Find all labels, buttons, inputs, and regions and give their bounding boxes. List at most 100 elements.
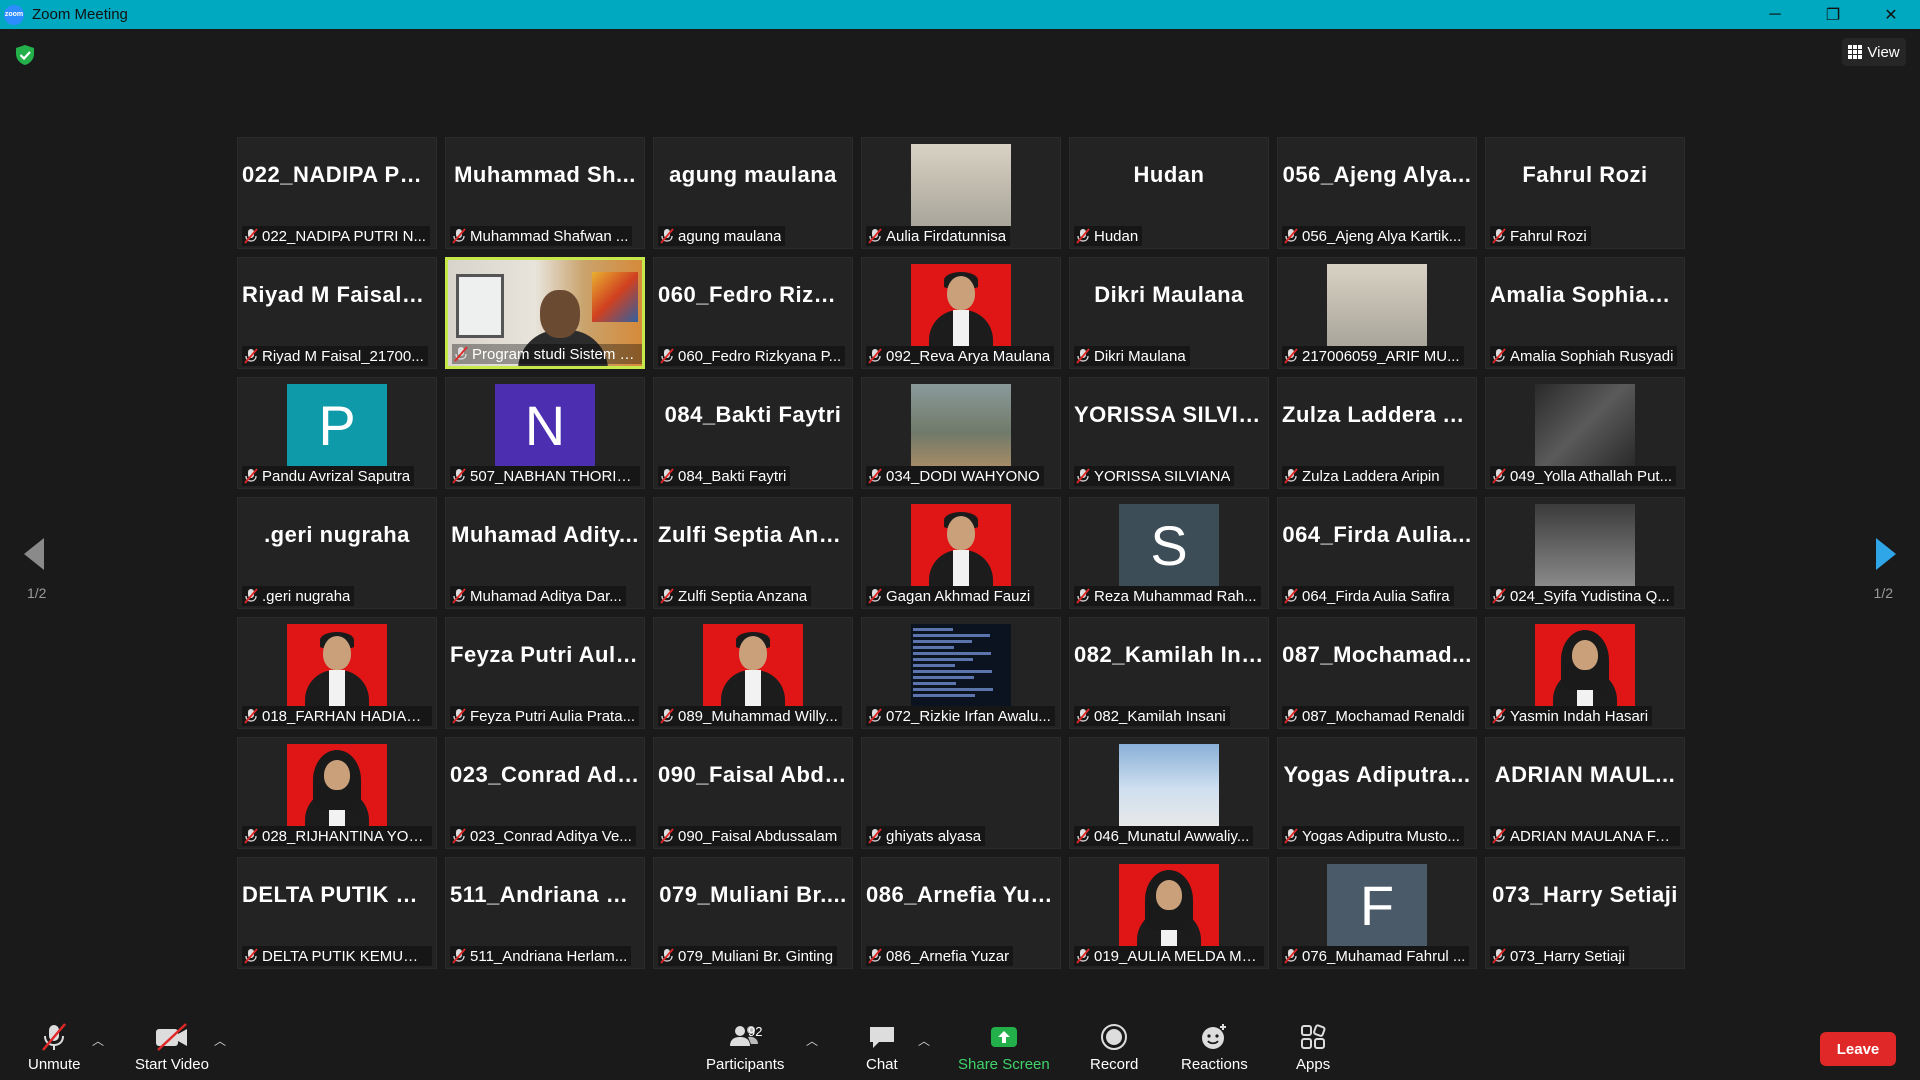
next-page-arrow-icon[interactable] xyxy=(1870,534,1900,574)
participant-tile[interactable]: 060_Fedro Rizky... 060_Fedro Rizkyana P..… xyxy=(653,257,853,369)
participant-tile[interactable]: Yogas Adiputra... Yogas Adiputra Musto... xyxy=(1277,737,1477,849)
participant-tile[interactable]: 086_Arnefia Yuzar 086_Arnefia Yuzar xyxy=(861,857,1061,969)
previous-page-arrow-icon[interactable] xyxy=(20,534,50,574)
participant-tile[interactable]: 028_RIJHANTINA YOH... xyxy=(237,737,437,849)
participant-tile[interactable]: Dikri Maulana Dikri Maulana xyxy=(1069,257,1269,369)
audio-options-chevron-up-icon[interactable]: ︿ xyxy=(92,1032,104,1049)
chat-label: Chat xyxy=(866,1056,898,1073)
participant-tile[interactable]: 079_Muliani Br.... 079_Muliani Br. Gintin… xyxy=(653,857,853,969)
chat-options-chevron-up-icon[interactable]: ︿ xyxy=(918,1032,930,1049)
participant-tile[interactable]: Riyad M Faisal_... Riyad M Faisal_21700..… xyxy=(237,257,437,369)
participant-tile[interactable]: F 076_Muhamad Fahrul ... xyxy=(1277,857,1477,969)
participant-tile[interactable]: 034_DODI WAHYONO xyxy=(861,377,1061,489)
participant-tile[interactable]: Yasmin Indah Hasari xyxy=(1485,617,1685,729)
muted-microphone-icon xyxy=(244,468,258,484)
participant-name: 217006059_ARIF MU... xyxy=(1302,347,1460,365)
participant-name-label: 018_FARHAN HADIAN... xyxy=(242,706,432,726)
encryption-shield-icon[interactable] xyxy=(14,44,36,66)
muted-microphone-icon xyxy=(244,708,258,724)
restore-button[interactable]: ❐ xyxy=(1804,0,1862,29)
participant-name-label: 064_Firda Aulia Safira xyxy=(1282,586,1454,606)
participant-tile[interactable]: Muhammad Sh... Muhammad Shafwan ... xyxy=(445,137,645,249)
participant-tile[interactable]: .geri nugraha .geri nugraha xyxy=(237,497,437,609)
muted-microphone-icon xyxy=(1076,948,1090,964)
apps-button[interactable]: Apps xyxy=(1296,1022,1330,1073)
participant-tile[interactable]: Gagan Akhmad Fauzi xyxy=(861,497,1061,609)
start-video-button[interactable]: Start Video xyxy=(135,1022,209,1073)
participant-name-label: .geri nugraha xyxy=(242,586,355,606)
muted-microphone-icon xyxy=(1492,228,1506,244)
participant-tile[interactable]: 087_Mochamad... 087_Mochamad Renaldi xyxy=(1277,617,1477,729)
participants-options-chevron-up-icon[interactable]: ︿ xyxy=(806,1032,818,1049)
participant-tile[interactable]: N 507_NABHAN THORIQ... xyxy=(445,377,645,489)
participant-tile[interactable]: Hudan Hudan xyxy=(1069,137,1269,249)
participant-tile[interactable]: Amalia Sophiah... Amalia Sophiah Rusyadi xyxy=(1485,257,1685,369)
participant-tile[interactable]: 073_Harry Setiaji 073_Harry Setiaji xyxy=(1485,857,1685,969)
view-button[interactable]: View xyxy=(1842,38,1906,66)
participant-tile[interactable]: agung maulana agung maulana xyxy=(653,137,853,249)
unmute-label: Unmute xyxy=(28,1056,81,1073)
participant-tile[interactable]: Aulia Firdatunnisa xyxy=(861,137,1061,249)
chat-button[interactable]: Chat xyxy=(866,1022,898,1073)
participant-display-name: 511_Andriana H... xyxy=(450,882,642,907)
participant-tile[interactable]: 019_AULIA MELDA ME... xyxy=(1069,857,1269,969)
participant-tile[interactable]: YORISSA SILVIA... YORISSA SILVIANA xyxy=(1069,377,1269,489)
participant-display-name: 084_Bakti Faytri xyxy=(664,402,842,427)
close-button[interactable]: ✕ xyxy=(1862,0,1920,29)
participant-name-label: Riyad M Faisal_21700... xyxy=(242,346,428,366)
window-title: Zoom Meeting xyxy=(32,6,128,23)
participant-tile[interactable]: 089_Muhammad Willy... xyxy=(653,617,853,729)
participant-tile[interactable]: ghiyats alyasa xyxy=(861,737,1061,849)
reactions-button[interactable]: Reactions xyxy=(1181,1022,1248,1073)
muted-microphone-icon xyxy=(244,948,258,964)
share-screen-button[interactable]: Share Screen xyxy=(958,1022,1050,1073)
leave-button[interactable]: Leave xyxy=(1820,1032,1896,1066)
participant-tile[interactable]: DELTA PUTIK KE... DELTA PUTIK KEMUNI... xyxy=(237,857,437,969)
participant-name: 049_Yolla Athallah Put... xyxy=(1510,467,1673,485)
participant-tile[interactable]: 022_NADIPA PU... 022_NADIPA PUTRI N... xyxy=(237,137,437,249)
participant-name: 064_Firda Aulia Safira xyxy=(1302,587,1450,605)
unmute-button[interactable]: Unmute xyxy=(28,1022,81,1073)
active-speaker-video-tile[interactable]: Program studi Sistem Info... xyxy=(445,257,645,369)
participant-tile[interactable]: 217006059_ARIF MU... xyxy=(1277,257,1477,369)
participant-name-label: 046_Munatul Awwaliy... xyxy=(1074,826,1254,846)
participant-tile[interactable]: 064_Firda Aulia... 064_Firda Aulia Safira xyxy=(1277,497,1477,609)
participant-tile[interactable]: 511_Andriana H... 511_Andriana Herlam... xyxy=(445,857,645,969)
record-button[interactable]: Record xyxy=(1090,1022,1138,1073)
video-options-chevron-up-icon[interactable]: ︿ xyxy=(214,1032,226,1049)
avatar-photo xyxy=(911,264,1011,346)
participant-tile[interactable]: 092_Reva Arya Maulana xyxy=(861,257,1061,369)
participants-button[interactable]: 92 Participants xyxy=(706,1022,784,1073)
page-indicator-right: 1/2 xyxy=(1873,585,1893,601)
participant-name-label: ghiyats alyasa xyxy=(866,826,986,846)
record-icon xyxy=(1101,1024,1128,1050)
participant-tile[interactable]: 024_Syifa Yudistina Q... xyxy=(1485,497,1685,609)
participant-tile[interactable]: Feyza Putri Auli... Feyza Putri Aulia Pra… xyxy=(445,617,645,729)
participant-tile[interactable]: 023_Conrad Adi... 023_Conrad Aditya Ve... xyxy=(445,737,645,849)
participant-name: 082_Kamilah Insani xyxy=(1094,707,1226,725)
participant-name: 079_Muliani Br. Ginting xyxy=(678,947,834,965)
participant-name-label: Yasmin Indah Hasari xyxy=(1490,706,1653,726)
participant-tile[interactable]: Fahrul Rozi Fahrul Rozi xyxy=(1485,137,1685,249)
participant-tile[interactable]: 056_Ajeng Alya... 056_Ajeng Alya Kartik..… xyxy=(1277,137,1477,249)
participant-tile[interactable]: 084_Bakti Faytri 084_Bakti Faytri xyxy=(653,377,853,489)
participant-name-label: 090_Faisal Abdussalam xyxy=(658,826,842,846)
participant-tile[interactable]: Muhamad Adity... Muhamad Aditya Dar... xyxy=(445,497,645,609)
avatar-photo xyxy=(1535,624,1635,706)
participant-tile[interactable]: 082_Kamilah Ins... 082_Kamilah Insani xyxy=(1069,617,1269,729)
participant-tile[interactable]: Zulza Laddera A... Zulza Laddera Aripin xyxy=(1277,377,1477,489)
participant-name: 034_DODI WAHYONO xyxy=(886,467,1040,485)
muted-microphone-icon xyxy=(454,346,468,362)
participant-tile[interactable]: 090_Faisal Abdu... 090_Faisal Abdussalam xyxy=(653,737,853,849)
participant-tile[interactable]: 072_Rizkie Irfan Awalu... xyxy=(861,617,1061,729)
participant-tile[interactable]: P Pandu Avrizal Saputra xyxy=(237,377,437,489)
participant-tile[interactable]: Zulfi Septia Anz... Zulfi Septia Anzana xyxy=(653,497,853,609)
reactions-smiley-icon xyxy=(1202,1024,1227,1049)
participant-tile[interactable]: 018_FARHAN HADIAN... xyxy=(237,617,437,729)
participant-tile[interactable]: 046_Munatul Awwaliy... xyxy=(1069,737,1269,849)
participant-tile[interactable]: ADRIAN MAUL... ADRIAN MAULANA FA... xyxy=(1485,737,1685,849)
participant-name-label: DELTA PUTIK KEMUNI... xyxy=(242,946,432,966)
participant-tile[interactable]: S Reza Muhammad Rah... xyxy=(1069,497,1269,609)
participant-tile[interactable]: 049_Yolla Athallah Put... xyxy=(1485,377,1685,489)
minimize-button[interactable]: ─ xyxy=(1746,0,1804,29)
